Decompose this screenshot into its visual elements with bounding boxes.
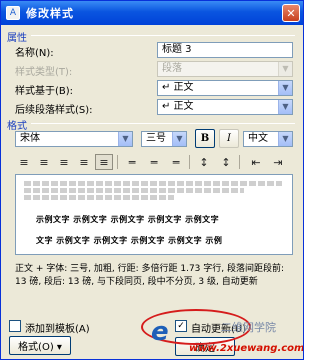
preview-sample-text: 文字 示例文字 示例文字 示例文字 示例文字 示例 xyxy=(36,236,223,245)
align-justify-button[interactable]: ≡ xyxy=(95,154,113,170)
dialog-title: 修改样式 xyxy=(26,7,74,20)
preview-placeholder-line xyxy=(24,181,282,186)
preview-sample-text: 示例文字 示例文字 示例文字 示例文字 示例文字 xyxy=(36,215,220,224)
chevron-down-icon[interactable]: ▼ xyxy=(278,100,292,114)
preview-placeholder-line xyxy=(24,195,174,200)
indent-increase-button[interactable]: ⇥ xyxy=(269,154,287,170)
bold-button[interactable]: B xyxy=(195,129,215,148)
style-type-value: 段落 xyxy=(162,63,182,74)
align-right-button[interactable]: ≡ xyxy=(55,154,73,170)
preview-placeholder-line xyxy=(24,188,244,193)
watermark-logo: e xyxy=(151,317,169,347)
properties-separator xyxy=(31,35,295,36)
toolbar-separator xyxy=(239,155,240,169)
format-menu-button[interactable]: 格式(O) ▾ xyxy=(9,336,71,355)
paragraph-space-increase-button[interactable]: ↕ xyxy=(195,154,213,170)
align-center-button[interactable]: ≡ xyxy=(35,154,53,170)
italic-button[interactable]: I xyxy=(219,129,239,148)
modify-style-dialog: A 修改样式 ✕ 属性 名称(N): 标题 3 样式类型(T): 段落 ▼ 样式… xyxy=(0,0,304,360)
properties-group-label: 属性 xyxy=(7,33,27,44)
align-distributed-button[interactable]: ≡ xyxy=(75,154,93,170)
size-select[interactable]: 三号 ▼ xyxy=(141,131,187,147)
indent-decrease-button[interactable]: ⇤ xyxy=(247,154,265,170)
next-style-value: ↵ 正文 xyxy=(162,101,194,112)
format-group-label: 格式 xyxy=(7,121,27,132)
app-icon: A xyxy=(6,6,20,20)
script-select[interactable]: 中文 ▼ xyxy=(243,131,293,147)
font-select[interactable]: 宋体 ▼ xyxy=(15,131,133,147)
based-on-label: 样式基于(B): xyxy=(15,86,74,97)
chevron-down-icon[interactable]: ▼ xyxy=(278,132,292,146)
close-button[interactable]: ✕ xyxy=(282,4,300,22)
chevron-down-icon[interactable]: ▼ xyxy=(278,81,292,95)
based-on-value: ↵ 正文 xyxy=(162,82,194,93)
line-spacing-single-button[interactable]: ═ xyxy=(123,154,141,170)
style-description: 正文 + 字体: 三号, 加粗, 行距: 多倍行距 1.73 字行, 段落间距段… xyxy=(15,264,285,287)
chevron-down-icon: ▼ xyxy=(278,62,292,76)
watermark-url: www.2xuewang.com xyxy=(189,343,304,354)
add-to-template-checkbox[interactable] xyxy=(9,320,21,332)
toolbar-separator xyxy=(189,155,190,169)
line-spacing-double-button[interactable]: ═ xyxy=(167,154,185,170)
next-style-select[interactable]: ↵ 正文 ▼ xyxy=(157,99,293,115)
font-value: 宋体 xyxy=(20,133,40,144)
format-separator xyxy=(31,123,295,124)
next-style-label: 后续段落样式(S): xyxy=(15,105,93,116)
chevron-down-icon[interactable]: ▼ xyxy=(172,132,186,146)
style-type-select: 段落 ▼ xyxy=(157,61,293,77)
align-left-button[interactable]: ≡ xyxy=(15,154,33,170)
paragraph-space-decrease-button[interactable]: ↕ xyxy=(217,154,235,170)
style-type-label: 样式类型(T): xyxy=(15,67,73,78)
toolbar-separator xyxy=(117,155,118,169)
title-bar[interactable]: A 修改样式 ✕ xyxy=(1,1,303,25)
name-label: 名称(N): xyxy=(15,48,54,59)
size-value: 三号 xyxy=(146,133,166,144)
chevron-down-icon[interactable]: ▼ xyxy=(118,132,132,146)
line-spacing-1-5-button[interactable]: ═ xyxy=(145,154,163,170)
based-on-select[interactable]: ↵ 正文 ▼ xyxy=(157,80,293,96)
name-input[interactable]: 标题 3 xyxy=(157,42,293,58)
script-value: 中文 xyxy=(248,133,268,144)
style-preview: 示例文字 示例文字 示例文字 示例文字 示例文字 文字 示例文字 示例文字 示例… xyxy=(15,174,293,255)
add-to-template-label: 添加到模板(A) xyxy=(25,324,90,335)
watermark-text: 二维网学院 xyxy=(221,321,276,334)
